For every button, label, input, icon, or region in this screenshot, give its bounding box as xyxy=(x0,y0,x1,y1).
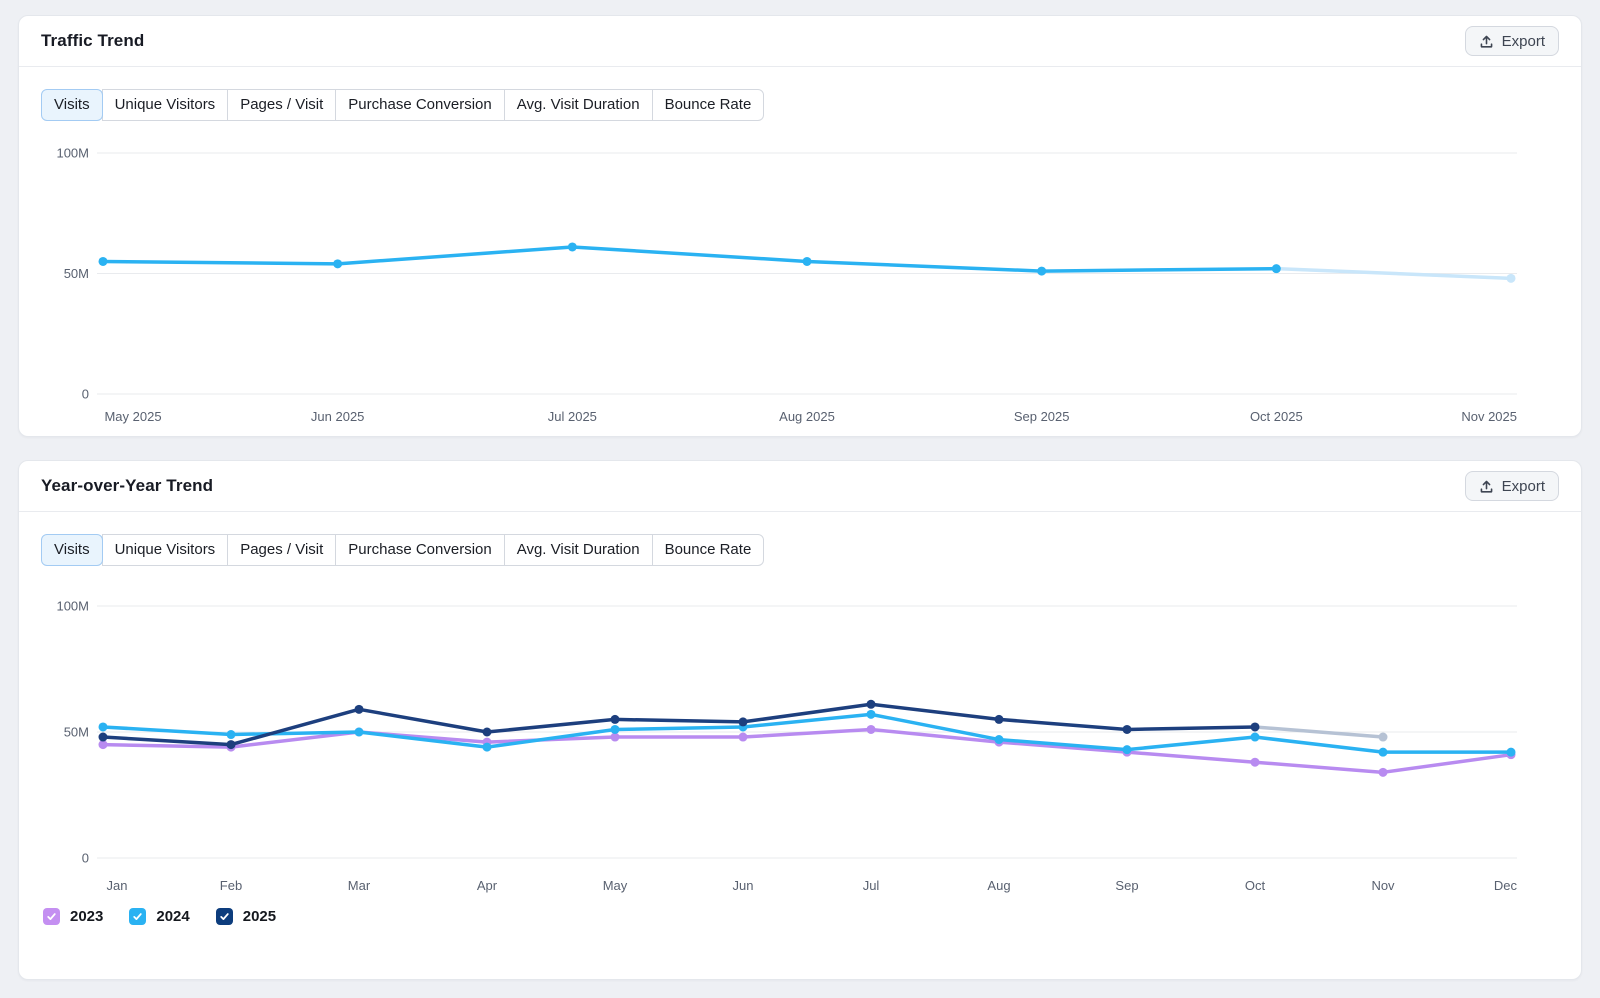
svg-text:100M: 100M xyxy=(56,599,89,614)
yoy-trend-panel: Year-over-Year Trend Export VisitsUnique… xyxy=(18,460,1582,980)
tab-unique-visitors[interactable]: Unique Visitors xyxy=(102,534,229,566)
svg-text:Jun: Jun xyxy=(733,878,754,893)
tab-avg-visit-duration[interactable]: Avg. Visit Duration xyxy=(504,89,653,121)
tab-purchase-conversion[interactable]: Purchase Conversion xyxy=(335,89,504,121)
svg-text:Oct 2025: Oct 2025 xyxy=(1250,409,1303,424)
svg-text:Nov 2025: Nov 2025 xyxy=(1461,409,1517,424)
legend-item-2024[interactable]: 2024 xyxy=(129,908,189,925)
svg-text:50M: 50M xyxy=(64,266,89,281)
tab-visits[interactable]: Visits xyxy=(41,89,103,121)
traffic-trend-content: VisitsUnique VisitorsPages / VisitPurcha… xyxy=(19,67,1581,429)
yoy-trend-header: Year-over-Year Trend Export xyxy=(19,461,1581,512)
legend-label: 2024 xyxy=(156,908,189,925)
legend-label: 2023 xyxy=(70,908,103,925)
tab-purchase-conversion[interactable]: Purchase Conversion xyxy=(335,534,504,566)
svg-text:May 2025: May 2025 xyxy=(104,409,161,424)
tab-bounce-rate[interactable]: Bounce Rate xyxy=(652,89,765,121)
svg-text:0: 0 xyxy=(82,387,89,402)
svg-text:Aug: Aug xyxy=(987,878,1010,893)
screen: Traffic Trend Export VisitsUnique Visito… xyxy=(0,15,1600,998)
svg-text:Jan: Jan xyxy=(107,878,128,893)
svg-text:0: 0 xyxy=(82,851,89,866)
svg-text:50M: 50M xyxy=(64,725,89,740)
export-button-yoy[interactable]: Export xyxy=(1465,471,1559,501)
upload-icon xyxy=(1479,34,1494,49)
traffic-trend-panel: Traffic Trend Export VisitsUnique Visito… xyxy=(18,15,1582,437)
traffic-trend-header: Traffic Trend Export xyxy=(19,16,1581,67)
svg-text:Jul: Jul xyxy=(863,878,880,893)
legend-item-2025[interactable]: 2025 xyxy=(216,908,276,925)
legend-label: 2025 xyxy=(243,908,276,925)
yoy-trend-content: VisitsUnique VisitorsPages / VisitPurcha… xyxy=(19,512,1581,925)
traffic-trend-chart[interactable]: 0 50M 100M May 2025 Jun 2025 Jul 2025 Aug 2025… xyxy=(41,137,1559,429)
svg-text:Feb: Feb xyxy=(220,878,242,893)
svg-text:Sep: Sep xyxy=(1115,878,1138,893)
export-button-label: Export xyxy=(1502,33,1545,50)
yoy-legend: 2023 2024 2025 xyxy=(41,908,1559,925)
checkbox-2023-checked[interactable] xyxy=(43,908,60,925)
tab-pages-visit[interactable]: Pages / Visit xyxy=(227,89,336,121)
checkbox-2024-checked[interactable] xyxy=(129,908,146,925)
svg-text:May: May xyxy=(603,878,628,893)
legend-item-2023[interactable]: 2023 xyxy=(43,908,103,925)
check-icon xyxy=(132,911,143,922)
check-icon xyxy=(219,911,230,922)
page-title-traffic-trend: Traffic Trend xyxy=(41,31,144,51)
yoy-trend-chart[interactable]: 0 50M 100M Jan Feb Mar Apr May Jun Jul Aug Sep Oct No… xyxy=(41,582,1559,900)
page-title-yoy-trend: Year-over-Year Trend xyxy=(41,476,213,496)
check-icon xyxy=(46,911,57,922)
svg-text:100M: 100M xyxy=(56,146,89,161)
tab-unique-visitors[interactable]: Unique Visitors xyxy=(102,89,229,121)
svg-text:Apr: Apr xyxy=(477,878,498,893)
metric-tabs-traffic-trend: VisitsUnique VisitorsPages / VisitPurcha… xyxy=(41,89,764,121)
svg-text:Mar: Mar xyxy=(348,878,371,893)
tab-avg-visit-duration[interactable]: Avg. Visit Duration xyxy=(504,534,653,566)
svg-text:Dec: Dec xyxy=(1494,878,1518,893)
upload-icon xyxy=(1479,479,1494,494)
checkbox-2025-checked[interactable] xyxy=(216,908,233,925)
svg-text:Jun 2025: Jun 2025 xyxy=(311,409,365,424)
svg-text:Jul 2025: Jul 2025 xyxy=(548,409,597,424)
tab-visits[interactable]: Visits xyxy=(41,534,103,566)
tab-pages-visit[interactable]: Pages / Visit xyxy=(227,534,336,566)
metric-tabs-yoy-trend: VisitsUnique VisitorsPages / VisitPurcha… xyxy=(41,534,764,566)
export-button[interactable]: Export xyxy=(1465,26,1559,56)
export-button-label: Export xyxy=(1502,478,1545,495)
svg-text:Oct: Oct xyxy=(1245,878,1266,893)
svg-text:Aug 2025: Aug 2025 xyxy=(779,409,835,424)
tab-bounce-rate[interactable]: Bounce Rate xyxy=(652,534,765,566)
svg-text:Nov: Nov xyxy=(1371,878,1395,893)
svg-text:Sep 2025: Sep 2025 xyxy=(1014,409,1070,424)
